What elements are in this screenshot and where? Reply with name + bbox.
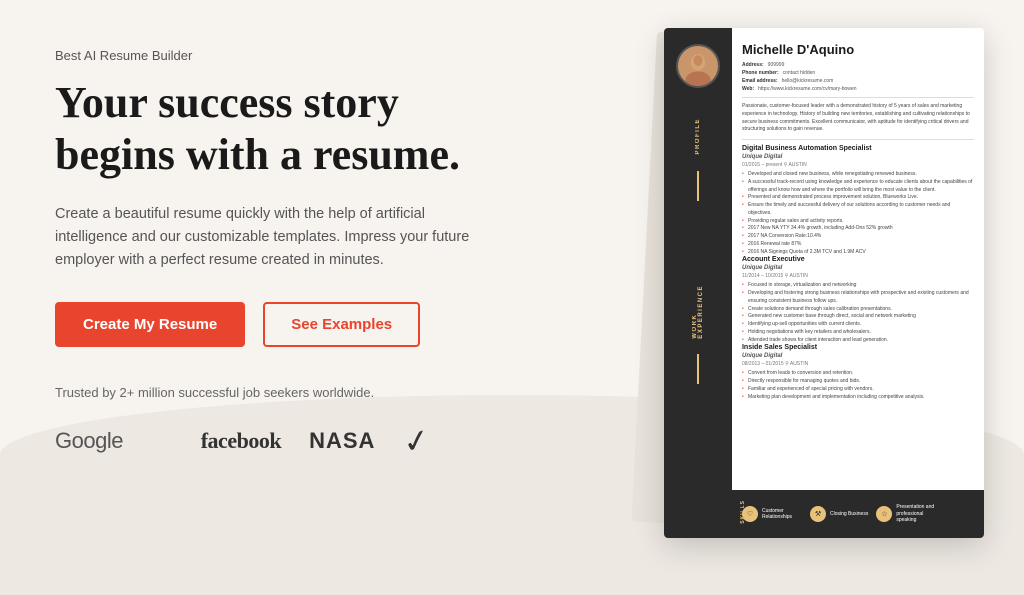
main-container: Best AI Resume Builder Your success stor…: [0, 0, 1024, 595]
resume-candidate-name: Michelle D'Aquino: [742, 42, 974, 57]
create-resume-button[interactable]: Create My Resume: [55, 302, 245, 347]
skill-icon-3: ☆: [876, 506, 892, 522]
job-date-1: 01/2015 – present ⚲ AUSTIN: [742, 162, 974, 168]
job1-bullet4: Ensure the timely and successful deliver…: [742, 202, 974, 218]
web-row: Web: https://www.kickresume.com/cv/mary-…: [742, 86, 974, 92]
right-panel: PROFILE WORKEXPERIENCE Michelle D'Aquino…: [532, 0, 1024, 595]
job1-bullet8: 2016 Renewal rate 87%: [742, 241, 974, 249]
resume-card: PROFILE WORKEXPERIENCE Michelle D'Aquino…: [664, 28, 984, 538]
job2-bullet5: Identifying up-sell opportunities with c…: [742, 321, 974, 329]
profile-text: Passionate, customer-focused leader with…: [742, 103, 974, 134]
job1-bullet5: Providing regular sales and activity rep…: [742, 218, 974, 226]
job-title-2: Account Executive: [742, 256, 974, 263]
trusted-label: Trusted by 2+ million successful job see…: [55, 385, 482, 400]
sidebar-divider-1: [697, 171, 699, 201]
resume-main-content: Michelle D'Aquino Address: 909999 Phone …: [732, 28, 984, 538]
resume-sidebar: PROFILE WORKEXPERIENCE: [664, 28, 732, 538]
job-title-1: Digital Business Automation Specialist: [742, 145, 974, 152]
resume-avatar: [676, 44, 720, 88]
skill-label-2: Closing Business: [830, 511, 868, 518]
skill-icon-2: ⚒: [810, 506, 826, 522]
work-sidebar-label: WORKEXPERIENCE: [692, 285, 704, 339]
avatar-image: [678, 44, 718, 88]
nike-logo: ✓: [400, 420, 433, 462]
sidebar-divider-2: [697, 354, 699, 384]
job1-bullet9: 2016 NA Signings Quota of 2.3M TCV and 1…: [742, 249, 974, 257]
job-date-2: 11/2014 – 10/2015 ⚲ AUSTIN: [742, 273, 974, 279]
job-company-2: Unique Digital: [742, 265, 974, 271]
job3-bullet1: Convert from leads to conversion and ret…: [742, 370, 974, 378]
job3-bullet4: Marketing plan development and implement…: [742, 394, 974, 402]
skills-bar: SKILLS ♡ Customer Relationships ⚒ Closin…: [732, 490, 984, 538]
google-logo: Google: [55, 428, 123, 454]
main-heading: Your success story begins with a resume.: [55, 77, 482, 181]
see-examples-button[interactable]: See Examples: [263, 302, 420, 347]
apple-logo: : [151, 427, 173, 455]
skills-sidebar-label: SKILLS: [740, 500, 746, 524]
job2-bullet6: Holding negotiations with key retailers …: [742, 329, 974, 337]
job2-bullet7: Attended trade shows for client interact…: [742, 337, 974, 345]
hero-description: Create a beautiful resume quickly with t…: [55, 203, 482, 273]
job1-bullet7: 2017 NA Conversion Rate:10.4%: [742, 233, 974, 241]
job3-bullet3: Familiar and experienced of special pric…: [742, 386, 974, 394]
profile-sidebar-label: PROFILE: [695, 118, 701, 155]
skill-item-2: ⚒ Closing Business: [810, 506, 868, 522]
address-row: Address: 909999: [742, 62, 974, 68]
job1-bullet2: A successful track-record using knowledg…: [742, 179, 974, 195]
facebook-logo: facebook: [201, 428, 281, 454]
skill-item-1: ♡ Customer Relationships: [742, 506, 802, 522]
job1-bullet6: 2017 New NA YTY 34.4% growth, including …: [742, 225, 974, 233]
job2-bullet2: Developing and fostering strong business…: [742, 290, 974, 306]
job-company-1: Unique Digital: [742, 154, 974, 160]
logos-row: Google  facebook NASA ✓: [55, 422, 482, 460]
phone-row: Phone number: contact hidden: [742, 70, 974, 76]
email-row: Email address: hello@kickresume.com: [742, 78, 974, 84]
skill-item-3: ☆ Presentation and professional speaking: [876, 504, 936, 524]
job1-bullet1: Developed and closed new business, while…: [742, 171, 974, 179]
job1-bullet3: Presented and demonstrated process impro…: [742, 194, 974, 202]
job-company-3: Unique Digital: [742, 353, 974, 359]
buttons-row: Create My Resume See Examples: [55, 302, 482, 347]
nasa-logo: NASA: [309, 428, 375, 454]
job2-bullet1: Focused in storage, virtualization and n…: [742, 282, 974, 290]
skill-label-3: Presentation and professional speaking: [896, 504, 936, 524]
job2-bullet3: Create solutions demand through sales ca…: [742, 306, 974, 314]
job3-bullet2: Directly responsible for managing quotes…: [742, 378, 974, 386]
resume-divider-1: [742, 97, 974, 98]
resume-divider-2: [742, 139, 974, 140]
job-title-3: Inside Sales Specialist: [742, 344, 974, 351]
skill-label-1: Customer Relationships: [762, 508, 802, 521]
job-date-3: 08/2013 – 01/2015 ⚲ AUSTIN: [742, 361, 974, 367]
subtitle-label: Best AI Resume Builder: [55, 48, 482, 63]
left-panel: Best AI Resume Builder Your success stor…: [0, 0, 532, 595]
job2-bullet4: Generated new customer base through dire…: [742, 313, 974, 321]
